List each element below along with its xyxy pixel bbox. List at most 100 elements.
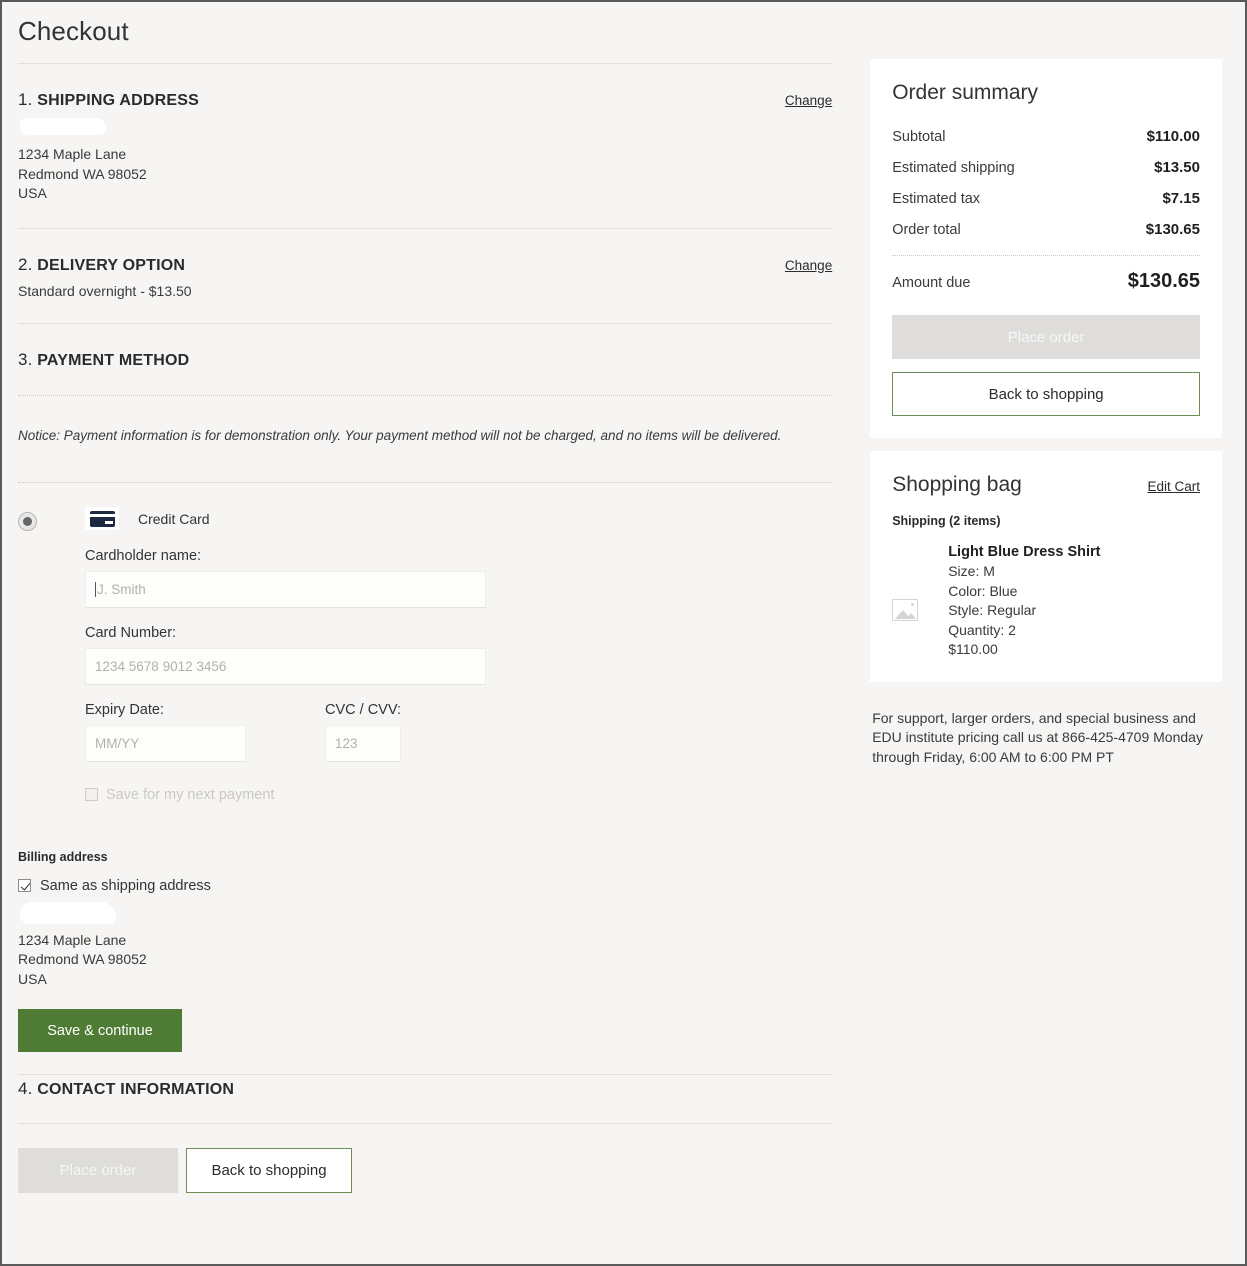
cvc-input[interactable]: 123 xyxy=(325,724,401,762)
sidebar-place-order-button[interactable]: Place order xyxy=(892,315,1200,359)
billing-address-line1: 1234 Maple Lane xyxy=(18,931,127,948)
summary-row-value: $13.50 xyxy=(1154,159,1200,176)
shopping-bag-card: Shopping bag Edit Cart Shipping (2 items… xyxy=(870,451,1222,682)
summary-row: Estimated tax $7.15 xyxy=(892,183,1200,214)
cardholder-name-input[interactable]: J. Smith xyxy=(85,570,486,608)
section-payment-label: PAYMENT METHOD xyxy=(37,351,190,369)
section-contact-information-title: 4. CONTACT INFORMATION xyxy=(18,1079,234,1099)
checkout-window: Checkout 1. SHIPPING ADDRESS Change 1234… xyxy=(0,0,1247,1266)
change-shipping-address-link[interactable]: Change xyxy=(785,93,832,108)
credit-card-option-label-row: Credit Card xyxy=(85,507,832,531)
credit-card-icon xyxy=(85,507,119,530)
checkout-footer-actions: Place order Back to shopping xyxy=(18,1124,832,1211)
section-shipping-address-title: 1. SHIPPING ADDRESS xyxy=(18,90,199,110)
expiry-date-label: Expiry Date: xyxy=(85,701,164,718)
bag-item-color: Color: Blue xyxy=(948,582,1018,599)
section-contact-information-header: 4. CONTACT INFORMATION xyxy=(18,1075,832,1099)
section-payment-number: 3. xyxy=(18,349,33,369)
cvc-group: CVC / CVV: 123 xyxy=(325,685,401,762)
section-contact-number: 4. xyxy=(18,1079,33,1098)
sidebar-back-to-shopping-button[interactable]: Back to shopping xyxy=(892,372,1200,416)
order-summary-title: Order summary xyxy=(892,81,1039,104)
redacted-name-shipping xyxy=(20,118,106,135)
section-shipping-address-header: 1. SHIPPING ADDRESS Change xyxy=(18,64,832,110)
section-payment-method-header: 3. PAYMENT METHOD xyxy=(18,324,832,370)
cardholder-name-label: Cardholder name: xyxy=(85,547,202,564)
section-delivery-number: 2. xyxy=(18,254,33,274)
summary-row-label: Estimated tax xyxy=(892,191,981,207)
credit-card-form: Credit Card Cardholder name: J. Smith Ca… xyxy=(85,507,832,803)
bag-item-price: $110.00 xyxy=(948,641,998,657)
cvc-label: CVC / CVV: xyxy=(325,701,402,718)
bag-item-name: Light Blue Dress Shirt xyxy=(948,544,1101,560)
expiry-date-group: Expiry Date: MM/YY xyxy=(85,685,246,762)
delivery-option-value: Standard overnight - $13.50 xyxy=(18,282,192,299)
order-summary-card: Order summary Subtotal $110.00 Estimated… xyxy=(870,59,1222,438)
summary-row-label: Subtotal xyxy=(892,129,946,145)
bag-item-details: Light Blue Dress Shirt Size: M Color: Bl… xyxy=(948,544,1200,660)
footer-back-to-shopping-button[interactable]: Back to shopping xyxy=(186,1148,352,1193)
save-payment-checkbox[interactable] xyxy=(85,788,98,801)
amount-due-row: Amount due $130.65 xyxy=(892,262,1200,297)
bag-item-quantity: Quantity: 2 xyxy=(948,621,1016,638)
summary-row: Order total $130.65 xyxy=(892,214,1200,245)
page-title: Checkout xyxy=(18,16,129,46)
summary-row-value: $110.00 xyxy=(1146,128,1200,145)
checkout-main-column: Checkout 1. SHIPPING ADDRESS Change 1234… xyxy=(2,2,849,1264)
billing-address-lines: 1234 Maple Lane Redmond WA 98052 USA xyxy=(18,927,832,990)
checkout-sidebar: Order summary Subtotal $110.00 Estimated… xyxy=(848,2,1245,1264)
shipping-address-lines: 1234 Maple Lane Redmond WA 98052 USA xyxy=(18,141,832,204)
summary-row: Estimated shipping $13.50 xyxy=(892,152,1200,183)
delivery-option-body: Standard overnight - $13.50 xyxy=(18,275,832,323)
summary-row-value: $130.65 xyxy=(1145,221,1200,238)
billing-same-as-shipping-row[interactable]: Same as shipping address xyxy=(18,864,832,894)
section-delivery-option-header: 2. DELIVERY OPTION Change xyxy=(18,229,832,275)
section-delivery-label: DELIVERY OPTION xyxy=(37,256,186,274)
text-caret xyxy=(95,581,96,597)
payment-option-credit-card[interactable]: Credit Card Cardholder name: J. Smith Ca… xyxy=(18,483,832,803)
shipping-address-line2: Redmond WA 98052 xyxy=(18,165,147,182)
billing-same-label: Same as shipping address xyxy=(40,877,211,894)
billing-address-line3: USA xyxy=(18,970,47,987)
shipping-item-count: Shipping (2 items) xyxy=(892,514,1001,528)
expiry-date-input[interactable]: MM/YY xyxy=(85,724,246,762)
redacted-name-billing xyxy=(20,901,116,924)
summary-row-label: Estimated shipping xyxy=(892,160,1015,176)
bag-item-style: Style: Regular xyxy=(948,602,1037,618)
save-payment-checkbox-row[interactable]: Save for my next payment xyxy=(85,762,832,803)
section-payment-method-title: 3. PAYMENT METHOD xyxy=(18,350,189,370)
change-delivery-option-link[interactable]: Change xyxy=(785,258,832,273)
summary-row: Subtotal $110.00 xyxy=(892,121,1200,152)
payment-demo-notice: Notice: Payment information is for demon… xyxy=(18,427,782,443)
amount-due-divider xyxy=(892,255,1200,256)
summary-row-label: Order total xyxy=(892,222,961,238)
shipping-address-body: 1234 Maple Lane Redmond WA 98052 USA xyxy=(18,118,832,228)
shipping-address-line3: USA xyxy=(18,185,47,201)
shipping-address-line1: 1234 Maple Lane xyxy=(18,146,127,162)
expiry-date-placeholder: MM/YY xyxy=(95,735,140,751)
card-number-label: Card Number: xyxy=(85,624,177,641)
save-and-continue-button[interactable]: Save & continue xyxy=(18,1009,182,1052)
card-number-input[interactable]: 1234 5678 9012 3456 xyxy=(85,647,486,685)
amount-due-value: $130.65 xyxy=(1127,270,1200,292)
section-delivery-option-title: 2. DELIVERY OPTION xyxy=(18,255,185,275)
edit-cart-link[interactable]: Edit Cart xyxy=(1147,479,1200,494)
section-shipping-label: SHIPPING ADDRESS xyxy=(37,92,199,109)
shopping-bag-header: Shopping bag Edit Cart xyxy=(892,473,1200,497)
footer-place-order-button[interactable]: Place order xyxy=(18,1148,178,1193)
cardholder-name-placeholder: J. Smith xyxy=(97,581,146,597)
bag-item-size: Size: M xyxy=(948,563,995,579)
cvc-placeholder: 123 xyxy=(335,735,358,751)
amount-due-label: Amount due xyxy=(892,275,971,291)
card-number-placeholder: 1234 5678 9012 3456 xyxy=(95,658,227,674)
summary-row-value: $7.15 xyxy=(1162,190,1200,207)
expiry-cvc-row: Expiry Date: MM/YY CVC / CVV: 123 xyxy=(85,685,832,762)
credit-card-radio[interactable] xyxy=(18,511,37,531)
billing-address-line2: Redmond WA 98052 xyxy=(18,951,147,967)
billing-same-checkbox[interactable] xyxy=(18,879,31,892)
image-placeholder-icon xyxy=(892,598,919,621)
support-contact-text: For support, larger orders, and special … xyxy=(872,709,1203,765)
bag-item-row: Light Blue Dress Shirt Size: M Color: Bl… xyxy=(892,528,1200,660)
credit-card-option-name: Credit Card xyxy=(138,510,210,527)
billing-address-heading: Billing address xyxy=(18,849,108,864)
